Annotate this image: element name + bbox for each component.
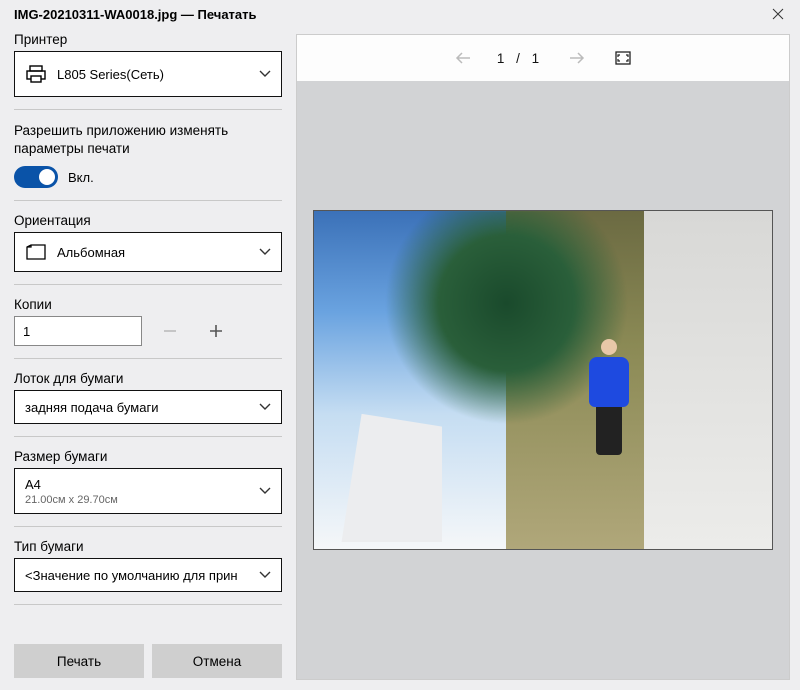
- allow-app-state: Вкл.: [68, 170, 94, 185]
- prev-page-button[interactable]: [451, 49, 475, 67]
- chevron-down-icon: [259, 248, 271, 256]
- copies-section: Копии 1: [14, 295, 282, 354]
- preview-stage: [297, 81, 789, 679]
- tray-label: Лоток для бумаги: [14, 371, 282, 386]
- divider: [14, 358, 282, 359]
- arrow-right-icon: [569, 51, 585, 65]
- chevron-down-icon: [259, 571, 271, 579]
- footer-buttons: Печать Отмена: [14, 644, 282, 690]
- cancel-button[interactable]: Отмена: [152, 644, 282, 678]
- print-button[interactable]: Печать: [14, 644, 144, 678]
- close-icon: [772, 8, 784, 20]
- chevron-down-icon: [259, 487, 271, 495]
- preview-toolbar: 1 / 1: [297, 35, 789, 81]
- print-dialog-window: IMG-20210311-WA0018.jpg — Печатать Принт…: [0, 0, 800, 690]
- copies-value: 1: [23, 324, 30, 339]
- printer-icon: [25, 65, 47, 83]
- chevron-down-icon: [259, 70, 271, 78]
- titlebar: IMG-20210311-WA0018.jpg — Печатать: [0, 0, 800, 26]
- divider: [14, 109, 282, 110]
- next-page-button[interactable]: [565, 49, 589, 67]
- print-preview-sheet: [313, 210, 773, 550]
- arrow-left-icon: [455, 51, 471, 65]
- fit-page-button[interactable]: [611, 49, 635, 67]
- allow-app-toggle[interactable]: [14, 166, 58, 188]
- copies-decrement-button[interactable]: [152, 316, 188, 346]
- copies-label: Копии: [14, 297, 282, 312]
- allow-app-section: Разрешить приложению изменять параметры …: [14, 120, 282, 196]
- landscape-icon: [25, 243, 47, 261]
- content-area: Принтер L805 Series(Сеть) Разрешить прил…: [0, 26, 800, 690]
- orientation-select[interactable]: Альбомная: [14, 232, 282, 272]
- copies-input[interactable]: 1: [14, 316, 142, 346]
- settings-panel: Принтер L805 Series(Сеть) Разрешить прил…: [0, 26, 296, 690]
- printer-label: Принтер: [14, 32, 282, 47]
- paper-type-value: <Значение по умолчанию для прин: [25, 568, 238, 583]
- paper-type-select[interactable]: <Значение по умолчанию для прин: [14, 558, 282, 592]
- tray-section: Лоток для бумаги задняя подача бумаги: [14, 369, 282, 432]
- paper-type-label: Тип бумаги: [14, 539, 282, 554]
- printer-select[interactable]: L805 Series(Сеть): [14, 51, 282, 97]
- plus-icon: [208, 323, 224, 339]
- paper-size-select[interactable]: A4 21.00см x 29.70см: [14, 468, 282, 514]
- close-button[interactable]: [766, 6, 790, 22]
- minus-icon: [162, 323, 178, 339]
- paper-size-value: A4: [25, 477, 118, 492]
- printer-value: L805 Series(Сеть): [57, 67, 164, 82]
- tray-select[interactable]: задняя подача бумаги: [14, 390, 282, 424]
- divider: [14, 200, 282, 201]
- divider: [14, 526, 282, 527]
- copies-increment-button[interactable]: [198, 316, 234, 346]
- window-title: IMG-20210311-WA0018.jpg — Печатать: [14, 7, 257, 22]
- printer-section: Принтер L805 Series(Сеть): [14, 30, 282, 105]
- divider: [14, 604, 282, 605]
- preview-pane: 1 / 1: [296, 34, 790, 680]
- divider: [14, 284, 282, 285]
- chevron-down-icon: [259, 403, 271, 411]
- fit-page-icon: [615, 51, 631, 65]
- photo-content: [314, 211, 772, 549]
- orientation-label: Ориентация: [14, 213, 282, 228]
- paper-type-section: Тип бумаги <Значение по умолчанию для пр…: [14, 537, 282, 600]
- paper-size-label: Размер бумаги: [14, 449, 282, 464]
- page-indicator: 1 / 1: [497, 51, 543, 66]
- tray-value: задняя подача бумаги: [25, 400, 158, 415]
- allow-app-label: Разрешить приложению изменять параметры …: [14, 122, 282, 158]
- divider: [14, 436, 282, 437]
- paper-size-dims: 21.00см x 29.70см: [25, 494, 118, 506]
- orientation-value: Альбомная: [57, 245, 125, 260]
- orientation-section: Ориентация Альбомная: [14, 211, 282, 280]
- paper-size-section: Размер бумаги A4 21.00см x 29.70см: [14, 447, 282, 522]
